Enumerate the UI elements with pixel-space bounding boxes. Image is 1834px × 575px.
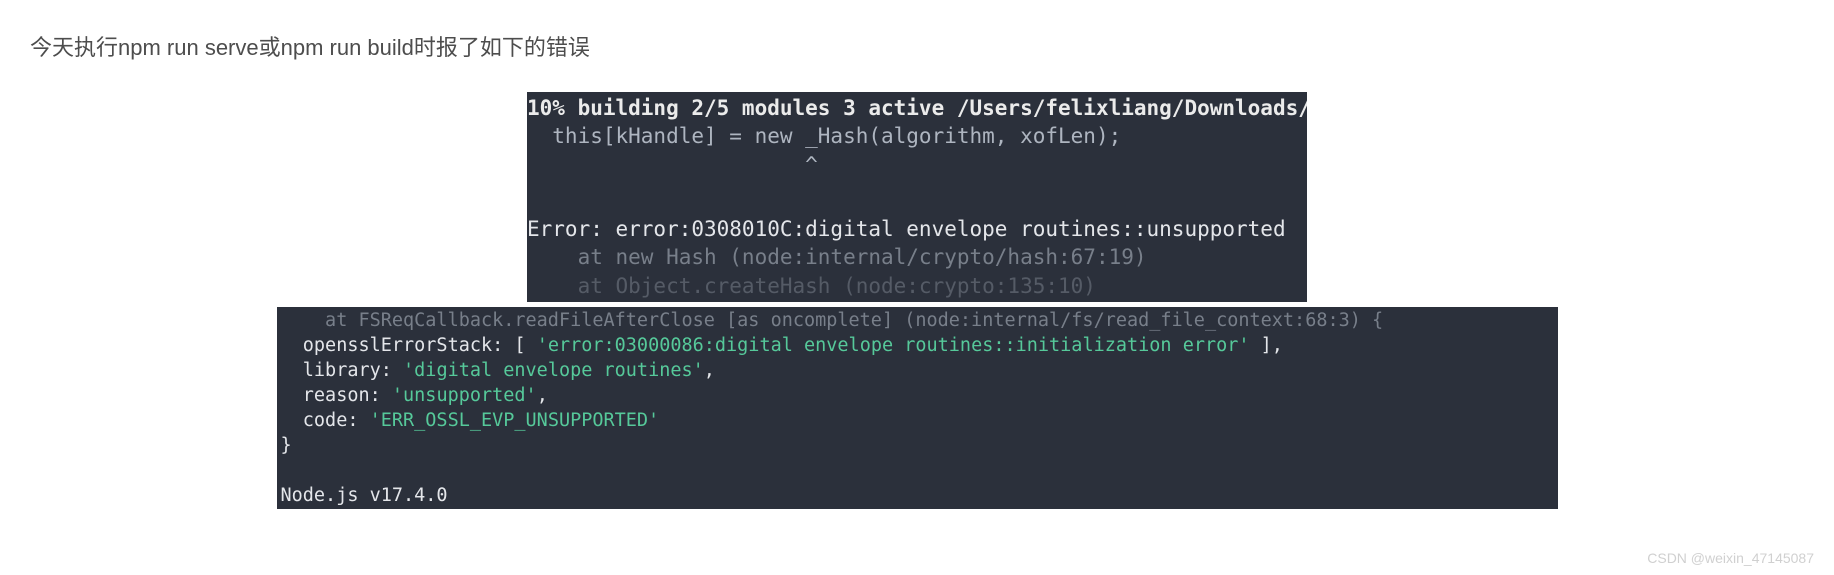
blank-line (527, 179, 1307, 215)
intro-paragraph: 今天执行npm run serve或npm run build时报了如下的错误 (0, 0, 1834, 72)
caret-line: ^ (527, 151, 1307, 179)
close-brace: } (281, 434, 1558, 459)
label-text: code: (281, 410, 370, 431)
stack-trace-line: at FSReqCallback.readFileAfterClose [as … (281, 309, 1558, 334)
punctuation: , (537, 385, 548, 406)
library-line: library: 'digital envelope routines', (281, 359, 1558, 384)
reason-line: reason: 'unsupported', (281, 384, 1558, 409)
csdn-watermark: CSDN @weixin_47145087 (1647, 550, 1814, 566)
string-value: 'unsupported' (392, 385, 537, 406)
string-value: 'ERR_OSSL_EVP_UNSUPPORTED' (370, 410, 660, 431)
error-heading: Error: error:0308010C:digital envelope r… (527, 215, 1307, 243)
node-version: Node.js v17.4.0 (281, 484, 1558, 509)
label-text: library: (281, 360, 404, 381)
terminal-output-2: at FSReqCallback.readFileAfterClose [as … (277, 307, 1558, 509)
code-line: this[kHandle] = new _Hash(algorithm, xof… (527, 122, 1307, 150)
label-text: reason: (281, 385, 392, 406)
label-text: opensslErrorStack: [ (281, 335, 537, 356)
string-value: 'error:03000086:digital envelope routine… (537, 335, 1250, 356)
code-line: code: 'ERR_OSSL_EVP_UNSUPPORTED' (281, 409, 1558, 434)
terminal-wrapper: 10% building 2/5 modules 3 active /Users… (0, 92, 1834, 509)
stack-trace-line: at Object.createHash (node:crypto:135:10… (527, 272, 1307, 300)
punctuation: , (704, 360, 715, 381)
stack-trace-line: at new Hash (node:internal/crypto/hash:6… (527, 243, 1307, 271)
openssl-error-line: opensslErrorStack: [ 'error:03000086:dig… (281, 334, 1558, 359)
blank-line (281, 459, 1558, 484)
build-progress-line: 10% building 2/5 modules 3 active /Users… (527, 94, 1307, 122)
terminal-output-1: 10% building 2/5 modules 3 active /Users… (527, 92, 1307, 302)
punctuation: ], (1250, 335, 1283, 356)
string-value: 'digital envelope routines' (403, 360, 704, 381)
